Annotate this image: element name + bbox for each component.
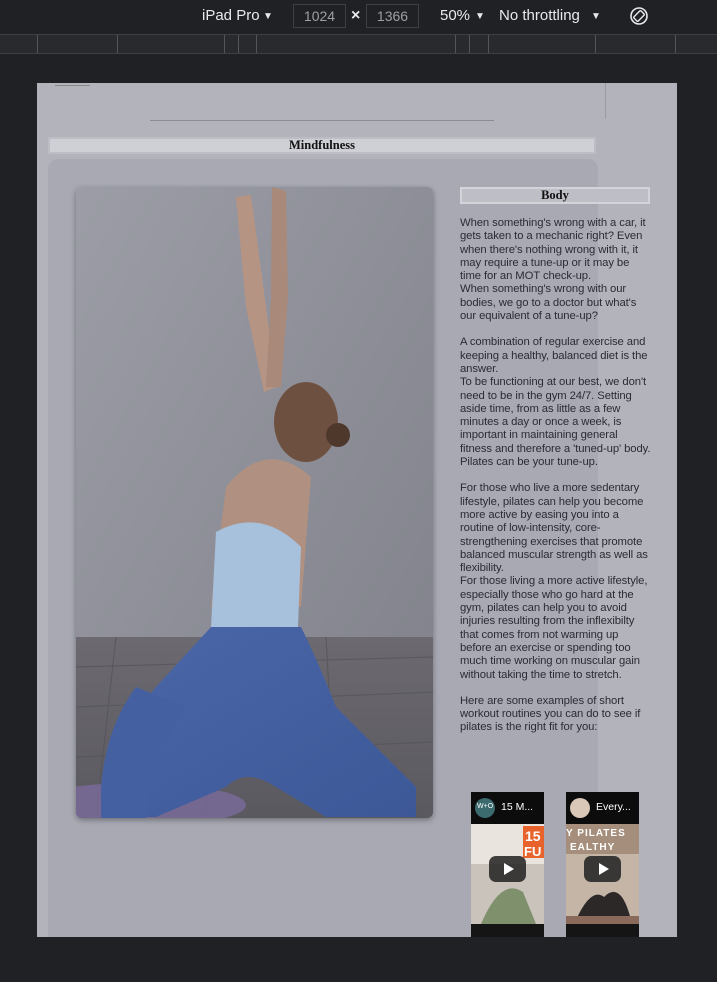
paragraph-text: A combination of regular exercise and ke… xyxy=(460,336,648,375)
paragraph-text: Here are some examples of short workout … xyxy=(460,694,641,734)
times-icon: × xyxy=(351,7,361,24)
device-select[interactable]: iPad Pro xyxy=(202,0,260,32)
caret-down-icon[interactable]: ▼ xyxy=(591,11,601,22)
divider xyxy=(150,120,494,121)
paragraph: A combination of regular exercise and ke… xyxy=(460,336,652,469)
emulated-viewport: Mindfulness Body When something's wrong … xyxy=(37,83,677,937)
video-header: W+O 15 M... xyxy=(471,792,544,824)
divider xyxy=(605,83,606,119)
media-query-ruler[interactable] xyxy=(0,34,717,54)
paragraph: Here are some examples of short workout … xyxy=(460,695,652,735)
play-icon[interactable] xyxy=(489,856,526,882)
section-heading: Mindfulness xyxy=(48,137,596,154)
width-input[interactable]: 1024 xyxy=(293,4,346,28)
video-title[interactable]: 15 M... xyxy=(501,801,533,813)
yoga-photo xyxy=(76,187,433,818)
paragraph-text: For those living a more active lifestyle… xyxy=(460,575,648,681)
zoom-select[interactable]: 50% xyxy=(440,0,470,32)
throttling-select[interactable]: No throttling xyxy=(499,0,580,32)
caret-down-icon[interactable]: ▼ xyxy=(263,11,273,22)
channel-avatar: W+O xyxy=(475,798,495,818)
body-heading: Body xyxy=(460,187,650,204)
video-overlay-text: Y PILATES xyxy=(566,828,626,839)
body-column: Body When something's wrong with a car, … xyxy=(460,187,652,735)
logo-remnant xyxy=(55,83,90,86)
paragraph-text: When something's wrong with a car, it ge… xyxy=(460,217,646,283)
video-overlay-text: 15 xyxy=(525,828,541,844)
caret-down-icon[interactable]: ▼ xyxy=(475,11,485,22)
device-toolbar: iPad Pro ▼ 1024 × 1366 50% ▼ No throttli… xyxy=(0,0,717,34)
channel-avatar xyxy=(570,798,590,818)
paragraph-text: For those who live a more sedentary life… xyxy=(460,482,648,575)
paragraph: For those who live a more sedentary life… xyxy=(460,482,652,681)
paragraph-text: When something's wrong with our bodies, … xyxy=(460,283,637,323)
video-title[interactable]: Every... xyxy=(596,801,631,813)
video-overlay-text: FU xyxy=(524,844,542,859)
paragraph: When something's wrong with a car, it ge… xyxy=(460,217,652,323)
video-header: Every... xyxy=(566,792,639,824)
rotate-icon[interactable] xyxy=(629,6,649,26)
video-embed[interactable]: Every... Y PILATES EALTHY xyxy=(566,792,639,937)
height-input[interactable]: 1366 xyxy=(366,4,419,28)
paragraph-text: To be functioning at our best, we don't … xyxy=(460,376,651,469)
video-overlay-text: EALTHY xyxy=(570,842,616,853)
play-icon[interactable] xyxy=(584,856,621,882)
avatar-text: W+O xyxy=(477,803,494,810)
video-embed[interactable]: W+O 15 M... 15 FU xyxy=(471,792,544,937)
